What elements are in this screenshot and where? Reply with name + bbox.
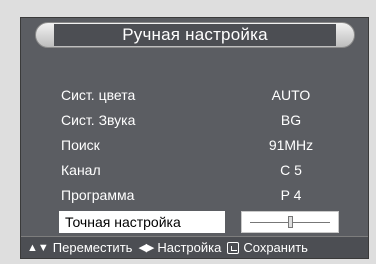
help-bar: ▲▼ Переместить ◀▶ Настройка Сохранить [21,236,368,258]
up-down-arrows-icon: ▲▼ [27,241,49,254]
menu-item-label: Программа [61,186,135,203]
help-save: Сохранить [227,240,308,255]
title-bar: Ручная настройка [35,22,355,48]
settings-menu: Сист. цвета AUTO Сист. Звука BG Поиск 91… [61,82,351,207]
menu-item-value: C 5 [280,161,302,178]
menu-item-label: Точная настройка [65,214,181,230]
page-title: Ручная настройка [122,25,268,44]
menu-item-program[interactable]: Программа P 4 [61,182,351,207]
menu-item-channel[interactable]: Канал C 5 [61,157,351,182]
menu-item-label: Канал [61,161,101,178]
help-adjust: ◀▶ Настройка [138,240,221,255]
menu-item-search[interactable]: Поиск 91MHz [61,132,351,157]
help-move: ▲▼ Переместить [27,240,132,255]
menu-item-label: Сист. Звука [61,111,136,128]
menu-item-color-system[interactable]: Сист. цвета AUTO [61,82,351,107]
enter-icon [227,241,240,254]
menu-item-label: Поиск [61,136,100,153]
menu-item-label: Сист. цвета [61,86,136,103]
menu-item-value: BG [280,111,302,128]
menu-item-value: P 4 [280,186,302,203]
tv-osd-screen: Ручная настройка Сист. цвета AUTO Сист. … [20,17,369,259]
help-save-label: Сохранить [243,240,308,255]
menu-item-value: AUTO [271,86,311,103]
title-container: Ручная настройка [54,24,336,46]
help-move-label: Переместить [52,240,133,255]
page-frame: Ручная настройка Сист. цвета AUTO Сист. … [0,0,376,264]
slider-thumb[interactable] [287,216,293,228]
menu-item-value: 91MHz [268,136,314,153]
menu-item-fine-tune[interactable]: Точная настройка [59,211,225,233]
help-adjust-label: Настройка [157,240,222,255]
menu-item-sound-system[interactable]: Сист. Звука BG [61,107,351,132]
left-right-arrows-icon: ◀▶ [138,242,154,254]
fine-tune-slider[interactable] [241,211,339,233]
